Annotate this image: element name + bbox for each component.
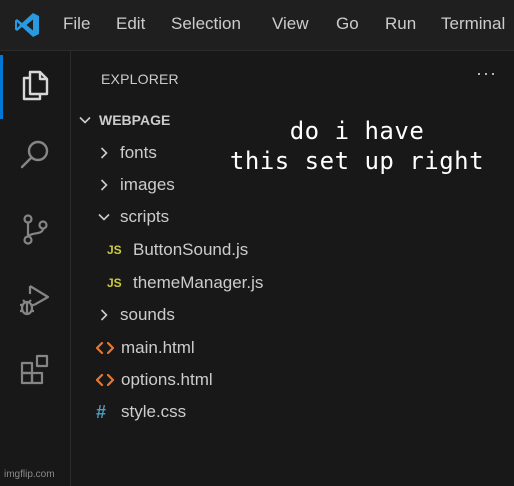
tree-root-webpage[interactable]: WEBPAGE [77, 105, 170, 135]
chevron-down-icon [98, 213, 110, 221]
menu-file[interactable]: File [63, 14, 90, 34]
chevron-right-icon [100, 309, 108, 321]
extensions-icon[interactable] [17, 353, 53, 389]
html-file-icon [95, 373, 115, 387]
activity-bar: imgflip.com [0, 51, 71, 486]
menu-run[interactable]: Run [385, 14, 416, 34]
source-control-icon[interactable] [17, 211, 53, 247]
chevron-right-icon [100, 179, 108, 191]
tree-item-label: fonts [120, 143, 157, 162]
imgflip-watermark: imgflip.com [4, 469, 55, 480]
tree-item-label: themeManager.js [133, 273, 264, 292]
vscode-window: File Edit Selection View Go Run Terminal [0, 0, 514, 486]
tree-folder-images[interactable]: images [96, 170, 175, 200]
chevron-down-icon [79, 116, 91, 124]
search-icon[interactable] [17, 137, 53, 173]
tree-item-label: ButtonSound.js [133, 240, 249, 259]
tree-folder-fonts[interactable]: fonts [96, 138, 157, 168]
menu-go[interactable]: Go [336, 14, 359, 34]
tree-item-label: options.html [121, 370, 213, 389]
tree-file-buttonsound-js[interactable]: JS ButtonSound.js [107, 235, 248, 265]
tree-item-label: style.css [121, 402, 187, 421]
javascript-file-icon: JS [107, 276, 122, 290]
menu-view[interactable]: View [272, 14, 309, 34]
menu-edit[interactable]: Edit [116, 14, 145, 34]
active-indicator [0, 55, 3, 119]
tree-item-label: sounds [120, 305, 175, 324]
vscode-logo-icon[interactable] [13, 11, 41, 39]
tree-folder-scripts[interactable]: scripts [96, 202, 169, 232]
tree-file-thememanager-js[interactable]: JS themeManager.js [107, 268, 263, 298]
overlay-caption: do i have this set up right [214, 116, 500, 176]
tree-file-options-html[interactable]: options.html [95, 365, 213, 395]
overlay-caption-line-2: this set up right [229, 147, 485, 175]
overlay-caption-line-1: do i have [289, 117, 425, 145]
tree-file-main-html[interactable]: main.html [95, 333, 195, 363]
tree-item-label: scripts [120, 207, 170, 226]
tree-item-label: images [120, 175, 175, 194]
tree-file-style-css[interactable]: # style.css [96, 397, 186, 427]
run-debug-icon[interactable] [17, 281, 53, 317]
chevron-right-icon [100, 147, 108, 159]
css-file-icon: # [96, 401, 107, 422]
tree-folder-sounds[interactable]: sounds [96, 300, 175, 330]
more-actions-icon[interactable]: ··· [476, 63, 497, 84]
explorer-icon[interactable] [17, 67, 53, 103]
menu-selection[interactable]: Selection [171, 14, 241, 34]
explorer-title: EXPLORER [101, 71, 179, 87]
javascript-file-icon: JS [107, 243, 122, 257]
menu-terminal[interactable]: Terminal [441, 14, 505, 34]
html-file-icon [95, 341, 115, 355]
tree-item-label: main.html [121, 338, 195, 357]
tree-root-label: WEBPAGE [99, 112, 171, 128]
menu-bar: File Edit Selection View Go Run Terminal [0, 0, 514, 51]
